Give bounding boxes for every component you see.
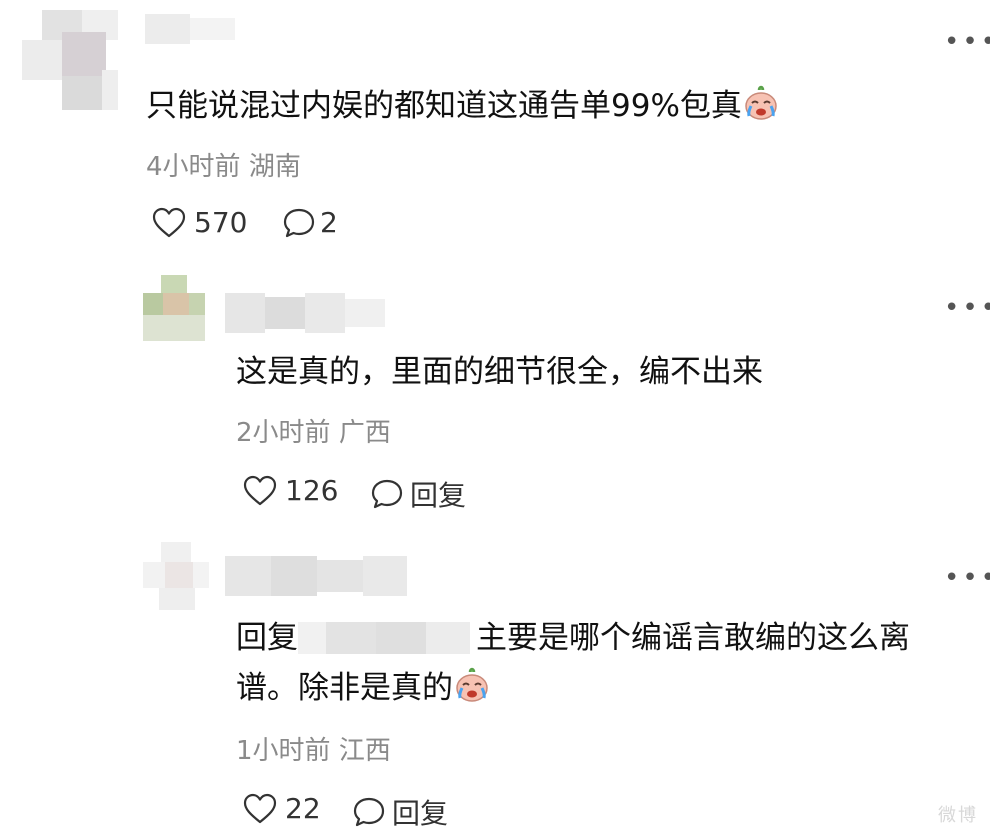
comment-meta: 2小时前 广西: [236, 416, 391, 450]
like-count: 22: [285, 792, 321, 825]
comment-text-line1: 主要是哪个编谣言敢编的这么离: [476, 620, 910, 656]
heart-icon: [243, 793, 277, 823]
location: 湖南: [248, 152, 301, 182]
timestamp: 2小时前: [236, 418, 331, 448]
username[interactable]: [225, 556, 407, 596]
comment-meta: 4小时前 湖南: [146, 150, 301, 184]
comment-text-continued: 谱。除非是真的: [236, 666, 491, 714]
comment-text-line2: 谱。除非是真的: [236, 670, 453, 706]
username[interactable]: [225, 293, 385, 333]
reply-prefix: 回复: [236, 620, 298, 656]
username[interactable]: [145, 14, 235, 44]
reply-count: 2: [320, 206, 338, 239]
timestamp: 4小时前: [146, 152, 241, 182]
comment-text: 这是真的，里面的细节很全，编不出来: [236, 354, 763, 390]
timestamp: 1小时前: [236, 736, 331, 766]
more-options-button[interactable]: •••: [944, 29, 990, 55]
comment-bubble-icon: [283, 208, 315, 237]
avatar[interactable]: [143, 275, 205, 341]
reply-button[interactable]: 回复: [352, 792, 448, 832]
like-button[interactable]: 22: [243, 792, 321, 825]
more-options-button[interactable]: •••: [944, 565, 990, 591]
heart-icon: [152, 207, 186, 237]
redacted-username[interactable]: [298, 618, 476, 658]
location: 江西: [338, 736, 391, 766]
like-count: 126: [285, 474, 339, 507]
comment-text: 回复 主要是哪个编谣言敢编的这么离: [236, 618, 910, 658]
comment-meta: 1小时前 江西: [236, 734, 391, 768]
comment-bubble-icon: [353, 797, 385, 827]
like-count: 570: [194, 206, 248, 239]
comment-text-content: 只能说混过内娱的都知道这通告单99%包真: [146, 88, 742, 124]
comment-bubble-icon: [371, 479, 403, 509]
crying-face-icon: [453, 666, 491, 714]
avatar[interactable]: [22, 10, 118, 110]
more-options-button[interactable]: •••: [944, 295, 990, 321]
crying-face-icon: [742, 84, 780, 132]
watermark: 微博: [938, 805, 978, 826]
location: 广西: [338, 418, 391, 448]
reply-button[interactable]: 2: [282, 206, 338, 239]
like-button[interactable]: 570: [152, 206, 247, 239]
reply-label: 回复: [410, 479, 467, 512]
like-button[interactable]: 126: [243, 474, 338, 507]
reply-label: 回复: [392, 797, 449, 830]
comment-text: 只能说混过内娱的都知道这通告单99%包真: [146, 84, 780, 132]
reply-button[interactable]: 回复: [370, 474, 466, 514]
avatar[interactable]: [143, 542, 209, 610]
heart-icon: [243, 475, 277, 505]
